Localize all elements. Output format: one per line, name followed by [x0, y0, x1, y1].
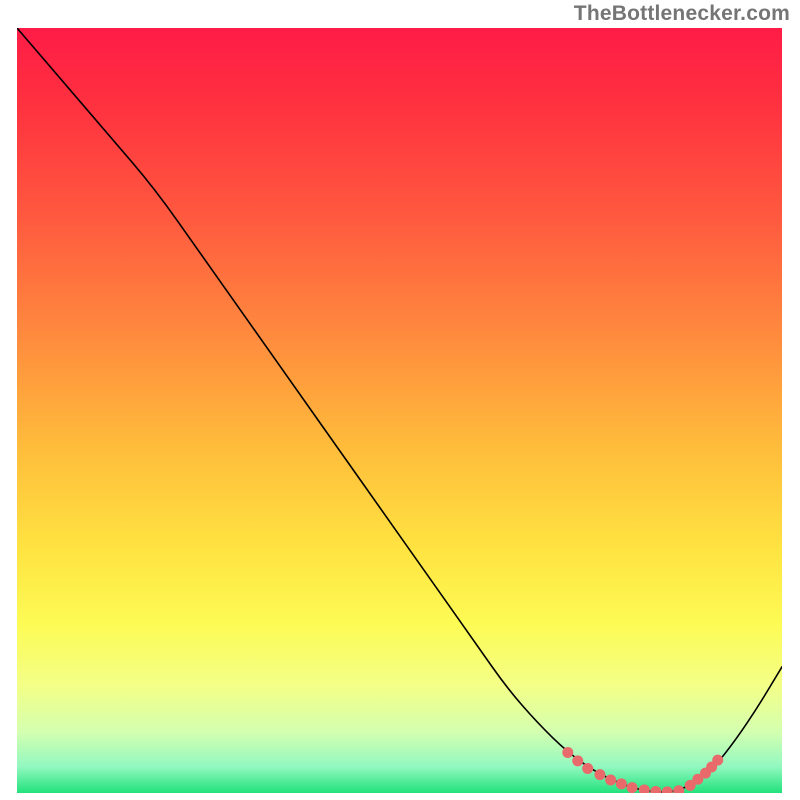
sweet-spot-dot — [616, 778, 627, 789]
sweet-spot-dot — [572, 755, 583, 766]
bottleneck-chart — [17, 28, 782, 793]
sweet-spot-dot — [582, 763, 593, 774]
sweet-spot-dot — [594, 769, 605, 780]
sweet-spot-dot — [605, 775, 616, 786]
sweet-spot-dot — [562, 747, 573, 758]
sweet-spot-dot — [627, 782, 638, 793]
chart-svg — [17, 28, 782, 793]
sweet-spot-dot — [712, 755, 723, 766]
attribution-text: TheBottlenecker.com — [574, 2, 790, 26]
chart-background — [17, 28, 782, 793]
